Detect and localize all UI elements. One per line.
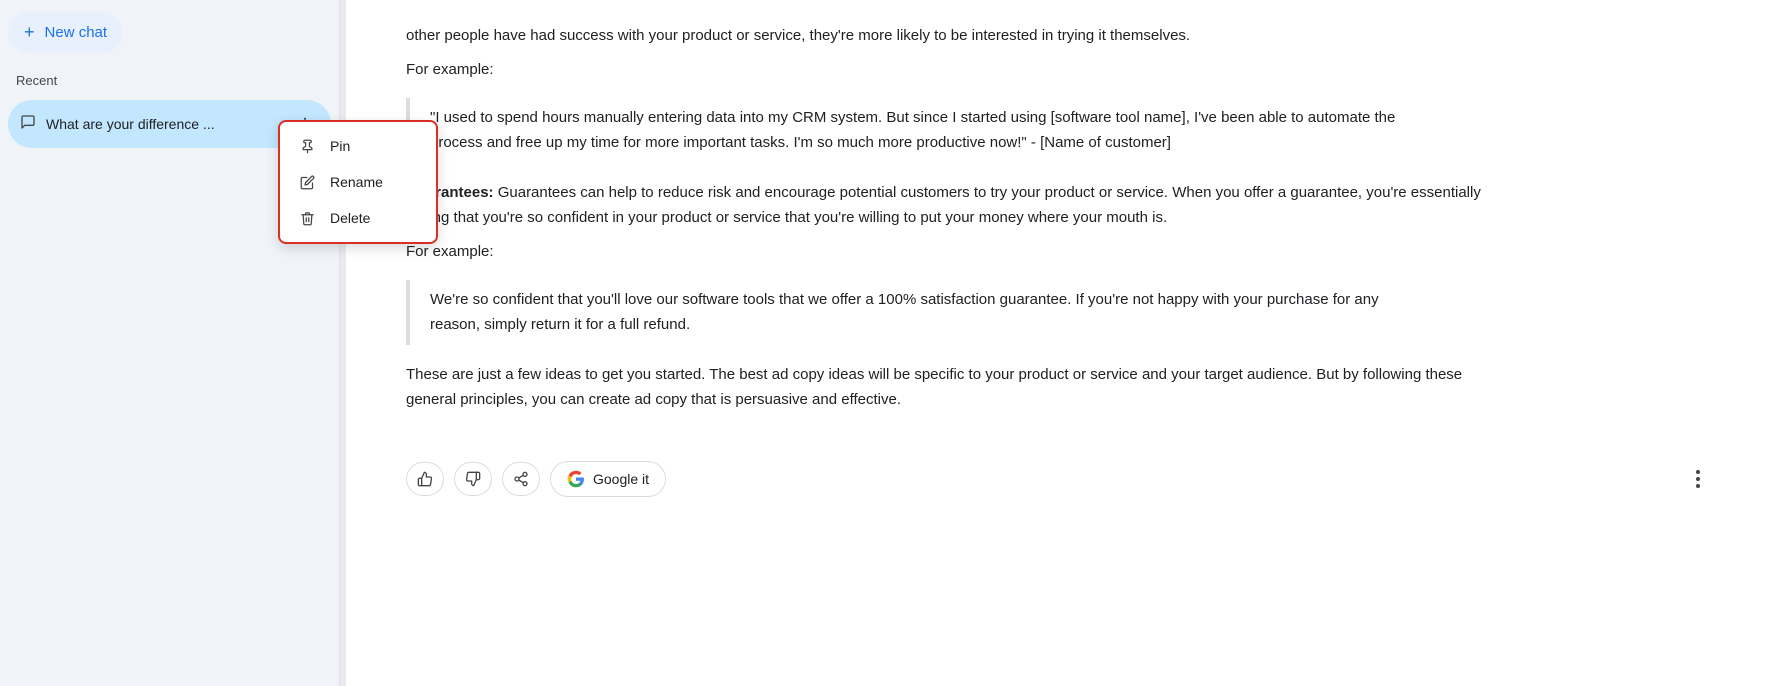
chat-bubble-icon bbox=[20, 114, 36, 135]
delete-menu-item[interactable]: Delete bbox=[280, 200, 436, 236]
guarantees-text: Guarantees can help to reduce risk and e… bbox=[406, 184, 1481, 226]
new-chat-label: New chat bbox=[45, 24, 108, 41]
quote-2-text: We're so confident that you'll love our … bbox=[430, 291, 1379, 333]
context-menu: Pin Rename bbox=[278, 120, 438, 244]
guarantees-paragraph: Guarantees: Guarantees can help to reduc… bbox=[406, 181, 1506, 231]
pin-label: Pin bbox=[330, 138, 350, 154]
summary-paragraph: These are just a few ideas to get you st… bbox=[406, 363, 1506, 413]
google-it-button[interactable]: Google it bbox=[550, 461, 666, 497]
for-example-2: For example: bbox=[406, 243, 1708, 260]
rename-icon bbox=[298, 175, 316, 190]
pin-menu-item[interactable]: Pin bbox=[280, 128, 436, 164]
for-example-1: For example: bbox=[406, 61, 1708, 78]
thumbs-down-button[interactable] bbox=[454, 462, 492, 496]
new-chat-button[interactable]: + New chat bbox=[8, 12, 123, 53]
action-bar: Google it bbox=[406, 449, 1708, 497]
sidebar: + New chat Recent What are your differen… bbox=[0, 0, 340, 686]
quote-1: "I used to spend hours manually entering… bbox=[406, 98, 1426, 164]
more-actions-button[interactable] bbox=[1688, 466, 1708, 492]
delete-label: Delete bbox=[330, 210, 370, 226]
share-button[interactable] bbox=[502, 462, 540, 496]
rename-menu-item[interactable]: Rename bbox=[280, 164, 436, 200]
quote-2: We're so confident that you'll love our … bbox=[406, 280, 1426, 346]
pin-icon bbox=[298, 139, 316, 154]
three-dots-icon bbox=[1696, 470, 1700, 488]
plus-icon: + bbox=[24, 22, 35, 43]
google-it-label: Google it bbox=[593, 471, 649, 487]
rename-label: Rename bbox=[330, 174, 383, 190]
chat-list-item[interactable]: What are your difference ... bbox=[8, 100, 331, 148]
quote-1-text: "I used to spend hours manually entering… bbox=[430, 109, 1395, 151]
recent-label: Recent bbox=[8, 69, 331, 92]
page-wrapper: + New chat Recent What are your differen… bbox=[0, 0, 1768, 686]
paragraph-intro: other people have had success with your … bbox=[406, 24, 1506, 49]
thumbs-up-button[interactable] bbox=[406, 462, 444, 496]
main-content-area: other people have had success with your … bbox=[346, 0, 1768, 686]
delete-icon bbox=[298, 211, 316, 226]
chat-item-title: What are your difference ... bbox=[46, 116, 281, 132]
